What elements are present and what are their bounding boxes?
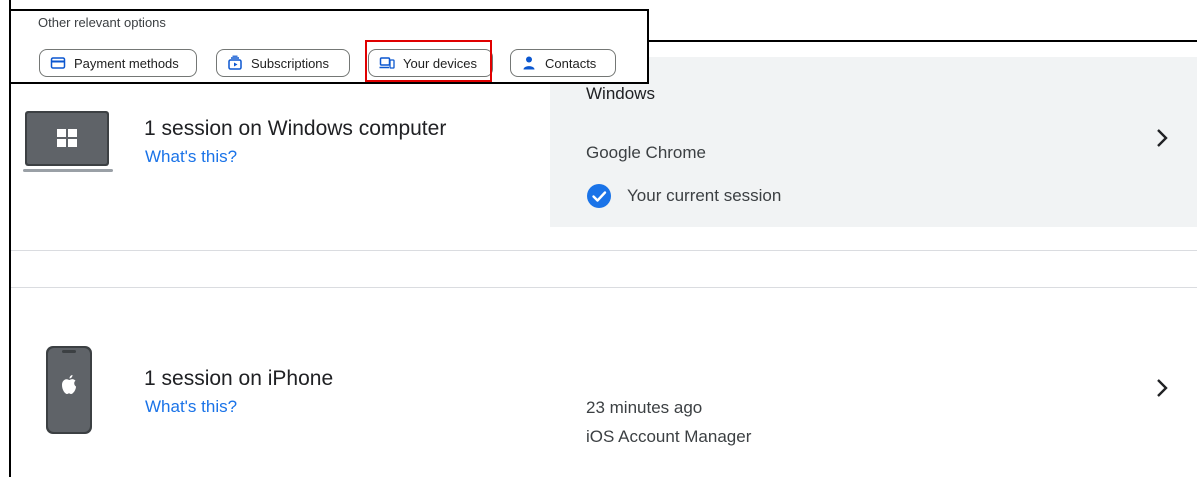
contacts-chip[interactable]: Contacts <box>510 49 616 77</box>
person-icon <box>521 55 537 71</box>
subscriptions-icon <box>227 55 243 71</box>
chevron-right-icon[interactable] <box>1155 125 1175 155</box>
chip-label: Your devices <box>403 55 477 71</box>
devices-icon <box>379 55 395 71</box>
last-active-time: 23 minutes ago <box>586 398 703 417</box>
windows-device-title: 1 session on Windows computer <box>144 117 447 140</box>
chip-label: Subscriptions <box>251 55 330 71</box>
iphone-icon <box>46 346 92 439</box>
check-circle-icon <box>586 183 612 209</box>
os-name: Windows <box>586 84 655 103</box>
subscriptions-chip[interactable]: Subscriptions <box>216 49 350 77</box>
whats-this-link[interactable]: What's this? <box>145 397 237 417</box>
app-name: iOS Account Manager <box>586 427 752 446</box>
credit-card-icon <box>50 55 66 71</box>
your-devices-chip[interactable]: Your devices <box>368 49 493 77</box>
chevron-right-icon[interactable] <box>1155 375 1175 405</box>
options-title: Other relevant options <box>38 15 166 30</box>
other-relevant-options: Other relevant options Payment methods S… <box>9 9 649 84</box>
chip-label: Contacts <box>545 55 597 71</box>
current-session-label: Your current session <box>627 186 782 205</box>
browser-name: Google Chrome <box>586 143 707 162</box>
divider <box>11 250 1197 251</box>
iphone-device-title: 1 session on iPhone <box>144 367 334 390</box>
current-session-status: Your current session <box>586 183 781 209</box>
laptop-icon <box>23 111 113 180</box>
payment-methods-chip[interactable]: Payment methods <box>39 49 197 77</box>
chip-label: Payment methods <box>74 55 179 71</box>
whats-this-link[interactable]: What's this? <box>145 147 237 167</box>
